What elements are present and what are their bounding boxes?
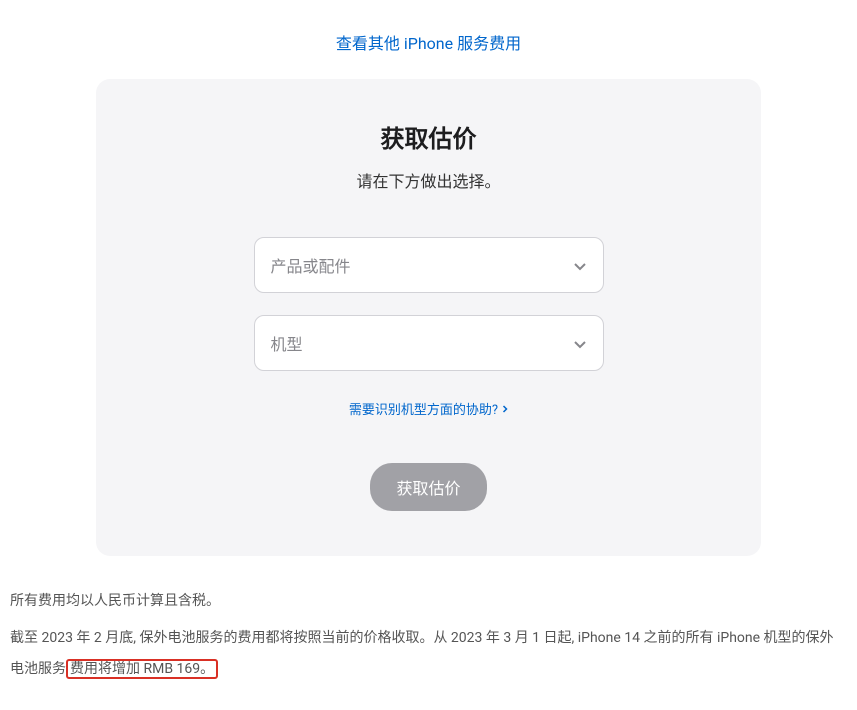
identify-model-help-link[interactable]: 需要识别机型方面的协助? (349, 399, 508, 418)
model-select[interactable]: 机型 (254, 315, 604, 371)
footer-notes: 所有费用均以人民币计算且含税。 截至 2023 年 2 月底, 保外电池服务的费… (0, 576, 857, 710)
estimate-card: 获取估价 请在下方做出选择。 产品或配件 机型 需要识别机型方面的协助? 获取估… (96, 79, 761, 556)
model-select-placeholder: 机型 (271, 331, 303, 355)
chevron-right-icon (502, 404, 508, 414)
price-change-note: 截至 2023 年 2 月底, 保外电池服务的费用都将按照当前的价格收取。从 2… (10, 623, 847, 685)
product-select[interactable]: 产品或配件 (254, 237, 604, 293)
help-link-label: 需要识别机型方面的协助? (349, 399, 498, 418)
chevron-down-icon (573, 258, 587, 272)
get-estimate-button[interactable]: 获取估价 (370, 463, 486, 511)
card-subtitle: 请在下方做出选择。 (146, 168, 711, 192)
price-increase-highlight: 费用将增加 RMB 169。 (66, 659, 218, 679)
fees-note: 所有费用均以人民币计算且含税。 (10, 586, 847, 617)
product-select-placeholder: 产品或配件 (271, 253, 351, 277)
chevron-down-icon (573, 336, 587, 350)
other-iphone-service-link[interactable]: 查看其他 iPhone 服务费用 (336, 34, 521, 53)
card-title: 获取估价 (146, 119, 711, 154)
